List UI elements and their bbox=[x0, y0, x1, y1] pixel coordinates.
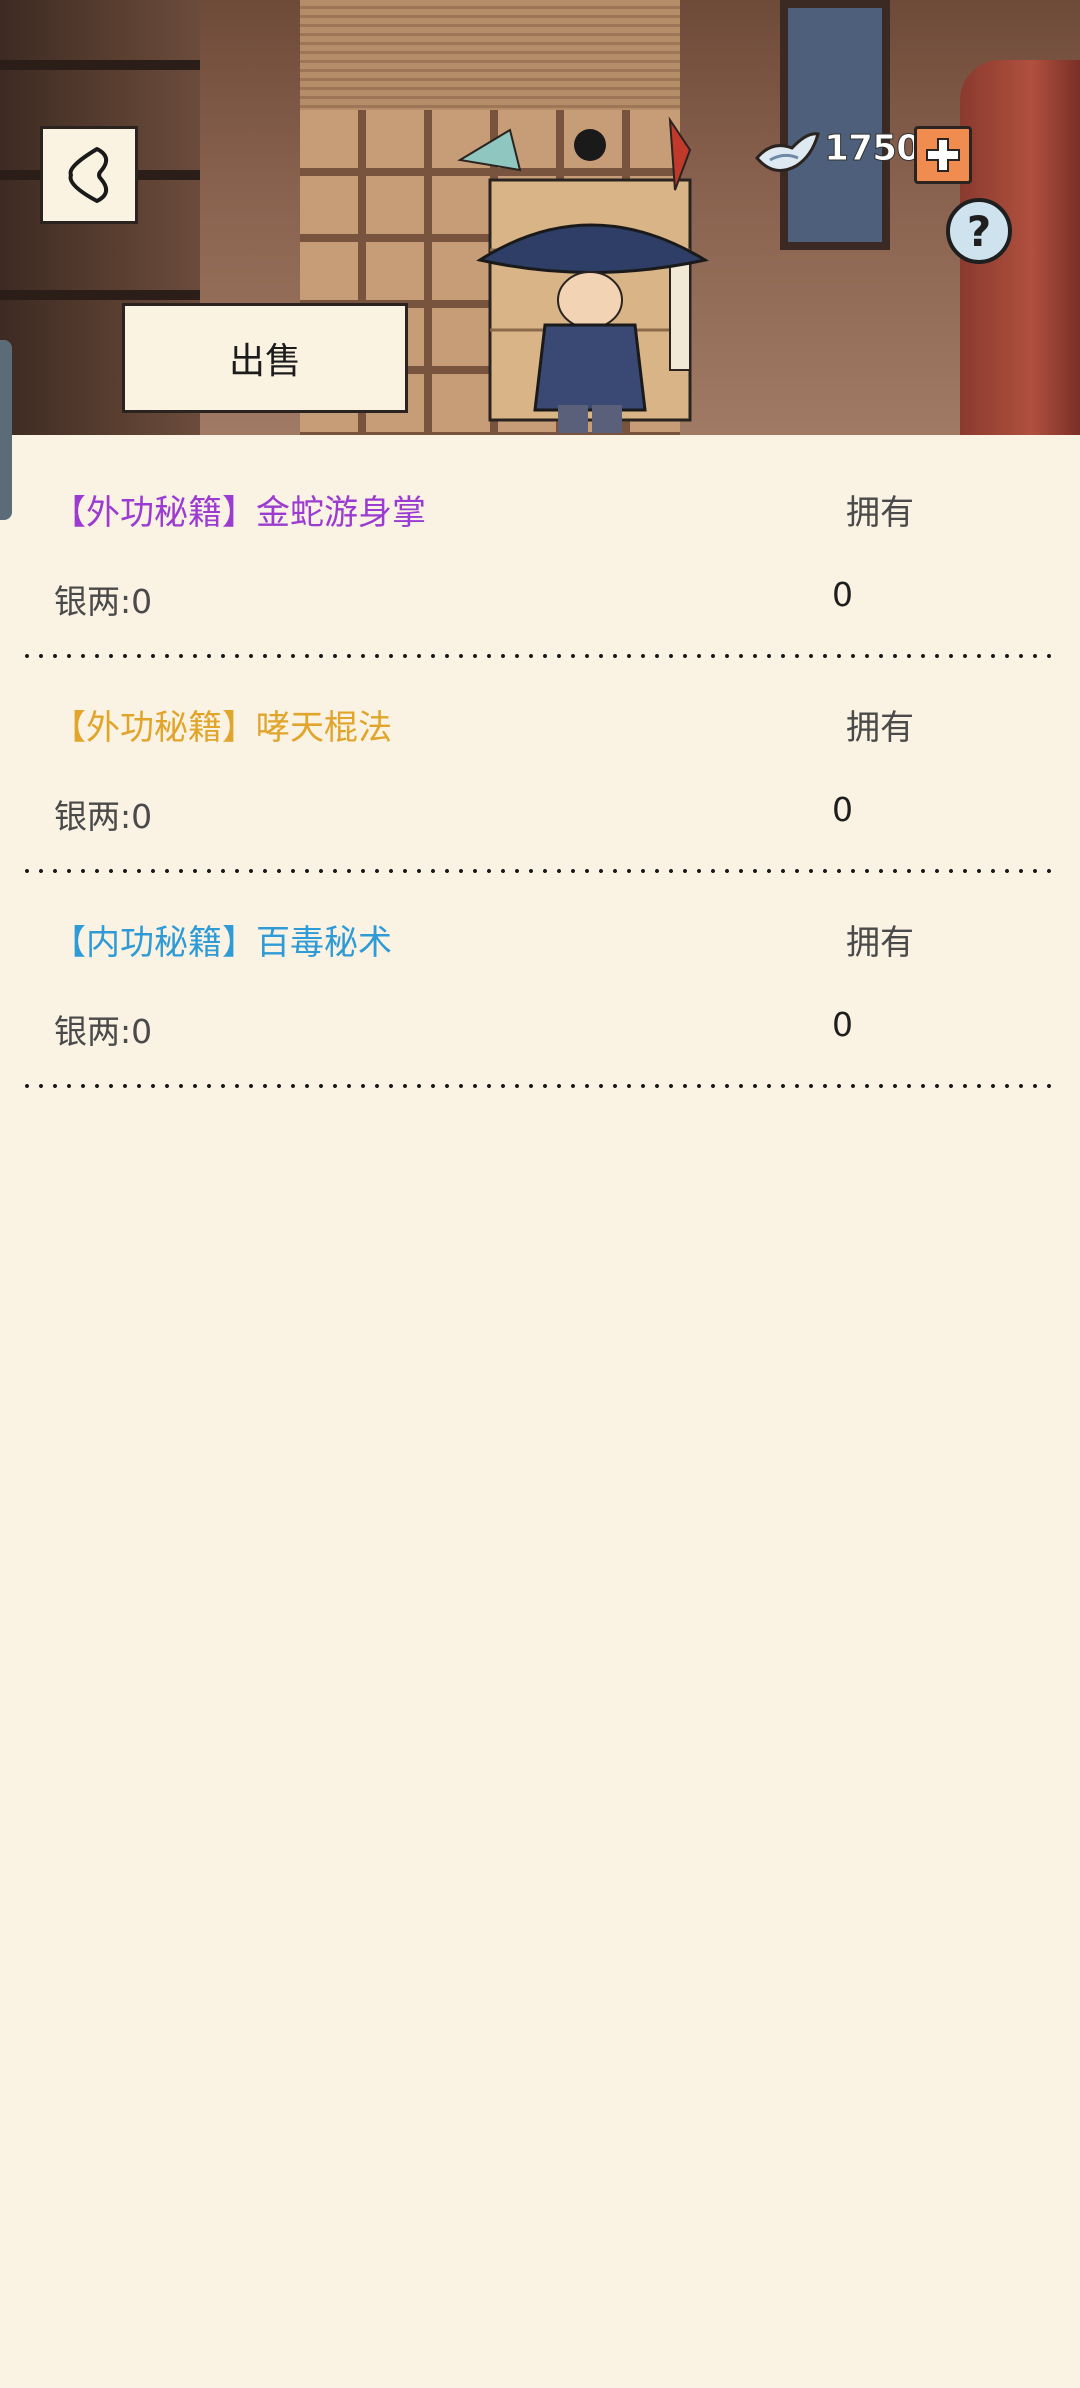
window-blind bbox=[300, 0, 680, 110]
item-price: 银两:0 bbox=[54, 582, 153, 621]
help-button[interactable]: ? bbox=[946, 198, 1012, 264]
item-price: 银两:0 bbox=[54, 797, 153, 836]
sell-button[interactable]: 出售 bbox=[122, 303, 408, 413]
owned-count: 0 bbox=[832, 575, 853, 614]
merchant-illustration bbox=[457, 116, 709, 433]
list-item[interactable]: 【内功秘籍】百毒秘术 拥有 银两:0 0 bbox=[0, 865, 1080, 1089]
silver-ingot-icon bbox=[755, 132, 820, 172]
item-list: 【外功秘籍】金蛇游身掌 拥有 银两:0 0 【外功秘籍】哮天棍法 拥有 银两:0… bbox=[0, 435, 1080, 1089]
item-price: 银两:0 bbox=[54, 1012, 153, 1051]
owned-count: 0 bbox=[832, 1005, 853, 1044]
dotted-divider bbox=[20, 1083, 1060, 1089]
question-mark-icon: ? bbox=[966, 206, 992, 256]
add-silver-button[interactable] bbox=[914, 126, 972, 184]
back-arrow-icon bbox=[68, 147, 109, 203]
plus-icon bbox=[926, 138, 960, 172]
owned-label: 拥有 bbox=[846, 923, 914, 963]
owned-label: 拥有 bbox=[846, 708, 914, 748]
item-title: 【外功秘籍】金蛇游身掌 bbox=[52, 493, 426, 533]
item-title: 【内功秘籍】百毒秘术 bbox=[52, 923, 392, 963]
owned-label: 拥有 bbox=[846, 493, 914, 533]
owned-count: 0 bbox=[832, 790, 853, 829]
list-item[interactable]: 【外功秘籍】金蛇游身掌 拥有 银两:0 0 bbox=[0, 435, 1080, 659]
back-button[interactable] bbox=[40, 126, 138, 224]
item-title: 【外功秘籍】哮天棍法 bbox=[52, 708, 392, 748]
silver-amount: 1750 bbox=[823, 128, 921, 170]
list-item[interactable]: 【外功秘籍】哮天棍法 拥有 银两:0 0 bbox=[0, 650, 1080, 874]
